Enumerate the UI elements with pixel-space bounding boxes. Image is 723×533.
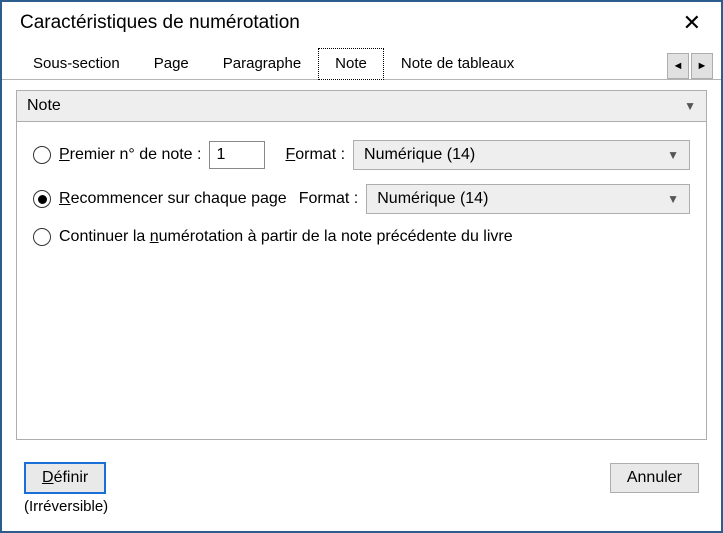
irreversible-note: (Irréversible) xyxy=(24,498,699,515)
option-first-number: Premier n° de note : Format : Numérique … xyxy=(33,140,690,170)
restart-format-value: Numérique (14) xyxy=(377,190,488,208)
tab-note-de-tableaux[interactable]: Note de tableaux xyxy=(384,48,531,80)
radio-continue-from-book[interactable] xyxy=(33,228,51,246)
radio-restart-each-page[interactable] xyxy=(33,190,51,208)
tab-scroll-buttons: ◄ ► xyxy=(667,53,713,79)
tab-scroll-left-icon[interactable]: ◄ xyxy=(667,53,689,79)
first-format-value: Numérique (14) xyxy=(364,146,475,164)
first-format-select[interactable]: Numérique (14) ▼ xyxy=(353,140,690,170)
option-continue-from-book: Continuer la numérotation à partir de la… xyxy=(33,228,690,246)
options-panel: Premier n° de note : Format : Numérique … xyxy=(16,122,707,440)
restart-format-label: Format : xyxy=(299,190,359,208)
tab-strip: Sous-section Page Paragraphe Note Note d… xyxy=(2,46,721,80)
tab-page[interactable]: Page xyxy=(137,48,206,80)
chevron-down-icon: ▼ xyxy=(667,148,679,162)
tab-note[interactable]: Note xyxy=(318,48,384,80)
tab-content: Note ▼ Premier n° de note : Format : Num… xyxy=(2,80,721,452)
first-number-input[interactable] xyxy=(209,141,265,169)
cancel-button[interactable]: Annuler xyxy=(610,463,699,493)
dialog-footer: Définir Annuler (Irréversible) xyxy=(2,452,721,531)
restart-format-select[interactable]: Numérique (14) ▼ xyxy=(366,184,690,214)
note-type-value: Note xyxy=(27,97,61,115)
tab-paragraphe[interactable]: Paragraphe xyxy=(206,48,318,80)
first-format-label: Format : xyxy=(285,146,345,164)
tab-sous-section[interactable]: Sous-section xyxy=(16,48,137,80)
tab-scroll-right-icon[interactable]: ► xyxy=(691,53,713,79)
note-type-select[interactable]: Note ▼ xyxy=(16,90,707,122)
chevron-down-icon: ▼ xyxy=(684,99,696,113)
radio-first-number[interactable] xyxy=(33,146,51,164)
close-icon[interactable]: ✕ xyxy=(677,10,707,36)
first-number-label: Premier n° de note : xyxy=(59,146,201,164)
dialog-title: Caractéristiques de numérotation xyxy=(20,12,300,34)
footer-buttons: Définir Annuler xyxy=(24,462,699,494)
dialog-window: Caractéristiques de numérotation ✕ Sous-… xyxy=(0,0,723,533)
continue-label: Continuer la numérotation à partir de la… xyxy=(59,228,513,246)
option-restart-each-page: Recommencer sur chaque page Format : Num… xyxy=(33,184,690,214)
chevron-down-icon: ▼ xyxy=(667,192,679,206)
titlebar: Caractéristiques de numérotation ✕ xyxy=(2,2,721,46)
restart-label: Recommencer sur chaque page xyxy=(59,190,287,208)
define-button[interactable]: Définir xyxy=(24,462,106,494)
